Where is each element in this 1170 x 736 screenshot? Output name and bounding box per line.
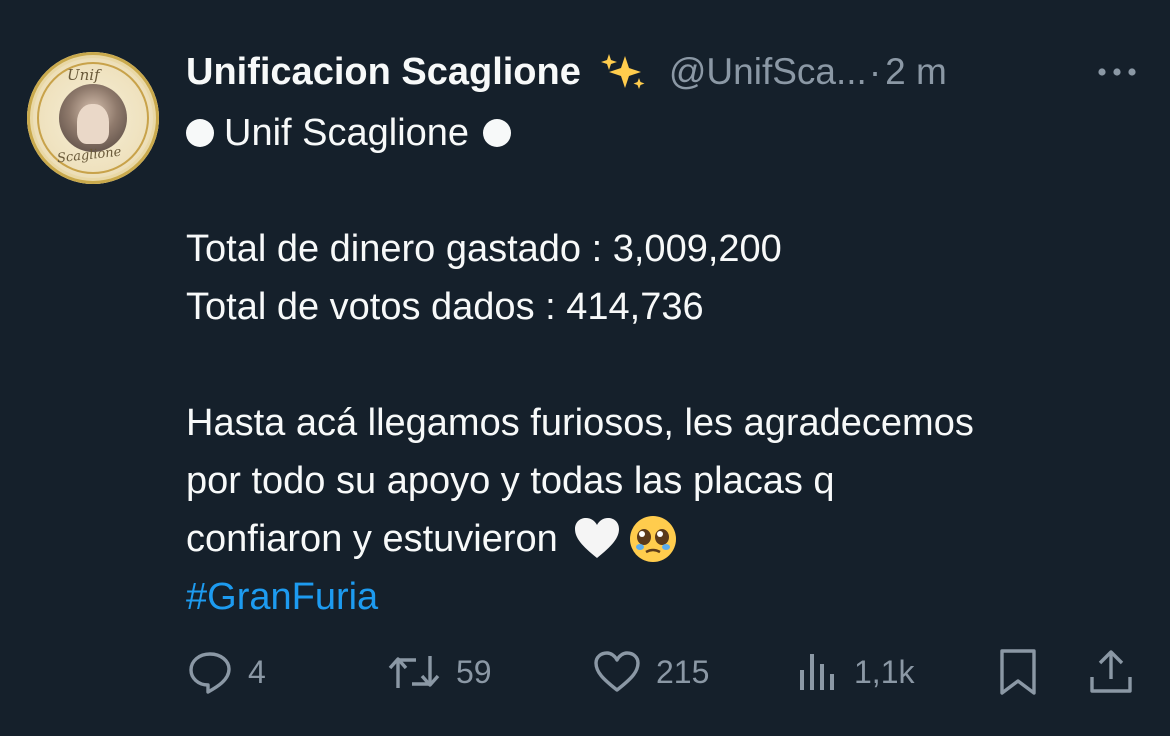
pleading-face-icon <box>629 516 676 562</box>
avatar-photo <box>59 84 127 152</box>
view-count: 1,1k <box>854 653 915 690</box>
tweet-line-money: Total de dinero gastado : 3,009,200 <box>186 228 782 270</box>
tweet-line-title: Unif Scaglione <box>186 104 1146 162</box>
reply-icon <box>189 652 231 694</box>
timestamp[interactable]: 2 m <box>885 51 947 93</box>
hashtag-link[interactable]: #GranFuria <box>186 568 378 626</box>
tweet-line-votes: Total de votos dados : 414,736 <box>186 286 704 328</box>
sparkles-icon <box>600 54 645 89</box>
white-circle-icon <box>186 119 214 147</box>
separator-dot: · <box>868 51 882 92</box>
tweet-line-thanks-3: confiaron y estuvieron <box>186 510 1146 568</box>
bookmark-button[interactable] <box>996 640 1040 704</box>
analytics-icon <box>800 654 834 690</box>
retweet-icon <box>388 656 440 688</box>
tweet-title-text: Unif Scaglione <box>224 112 470 154</box>
white-heart-icon <box>574 518 619 558</box>
like-count: 215 <box>656 653 710 690</box>
retweet-count: 59 <box>456 653 492 690</box>
more-options-icon[interactable] <box>1094 60 1140 84</box>
tweet-line-thanks-3-text: confiaron y estuvieron <box>186 518 558 560</box>
avatar-text-top: Unif <box>67 66 100 84</box>
tweet-line-thanks-1: Hasta acá llegamos furiosos, les agradec… <box>186 402 974 444</box>
like-button[interactable]: 215 <box>592 640 709 704</box>
tweet-text: Unif Scaglione Total de dinero gastado :… <box>186 104 1146 626</box>
tweet-line-thanks-2: por todo su apoyo y todas las placas q <box>186 460 835 502</box>
tweet-header: Unificacion Scaglione @UnifSca... · 2 m <box>186 48 947 96</box>
reply-count: 4 <box>248 653 266 690</box>
views-button[interactable]: 1,1k <box>796 640 914 704</box>
action-bar: 4 59 215 1,1k <box>186 640 1146 704</box>
display-name[interactable]: Unificacion Scaglione <box>186 51 581 94</box>
bookmark-icon <box>1000 649 1036 695</box>
retweet-button[interactable]: 59 <box>386 640 492 704</box>
avatar[interactable]: Unif Scaglione <box>27 52 159 184</box>
reply-button[interactable]: 4 <box>186 640 266 704</box>
tweet-card[interactable]: Unif Scaglione Unificacion Scaglione @Un… <box>0 0 1170 736</box>
hashtag-line: #GranFuria <box>186 568 1146 626</box>
heart-icon <box>594 651 640 692</box>
white-circle-icon <box>483 119 512 147</box>
user-handle[interactable]: @UnifSca... <box>669 51 867 93</box>
share-icon <box>1090 650 1132 693</box>
share-button[interactable] <box>1086 640 1136 704</box>
